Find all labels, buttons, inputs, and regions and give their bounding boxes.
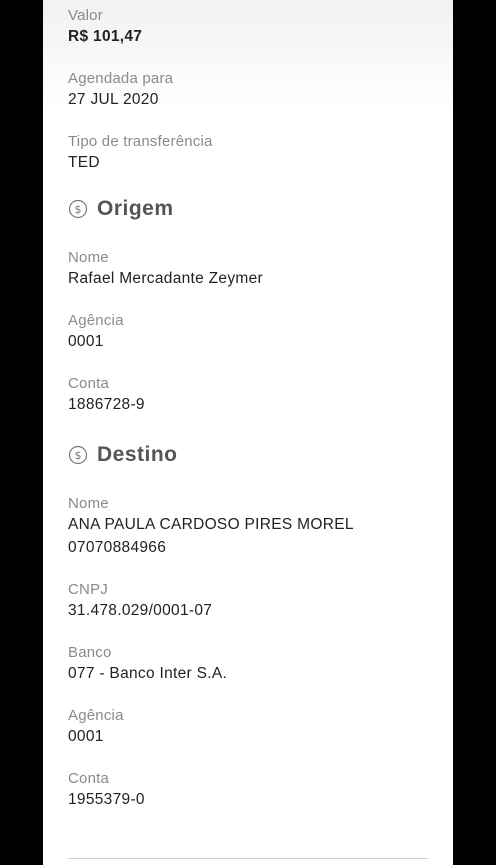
destino-agencia-label: Agência (68, 707, 124, 724)
origem-conta-field: Conta 1886728-9 (68, 374, 438, 416)
destino-cnpj-label: CNPJ (68, 581, 108, 598)
destino-conta-value: 1955379-0 (68, 791, 145, 808)
svg-text:$: $ (75, 449, 82, 462)
agendada-value: 27 JUL 2020 (68, 91, 159, 108)
destino-banco-value: 077 - Banco Inter S.A. (68, 665, 228, 682)
destino-banco-label: Banco (68, 644, 112, 661)
destino-cnpj-value: 31.478.029/0001-07 (68, 602, 213, 619)
destino-cnpj-field: CNPJ 31.478.029/0001-07 (68, 580, 438, 622)
origem-agencia-field: Agência 0001 (68, 311, 438, 353)
destino-conta-label: Conta (68, 770, 110, 787)
destino-nome-field: Nome ANA PAULA CARDOSO PIRES MOREL 07070… (68, 494, 438, 559)
origem-conta-value: 1886728-9 (68, 396, 145, 413)
origem-agencia-value: 0001 (68, 333, 104, 350)
destino-nome-value-line2: 07070884966 (68, 539, 167, 556)
destino-agencia-value: 0001 (68, 728, 104, 745)
dollar-coin-icon: $ (68, 445, 88, 465)
destino-conta-field: Conta 1955379-0 (68, 769, 438, 811)
valor-label: Valor (68, 7, 103, 24)
origem-conta-label: Conta (68, 375, 110, 392)
destino-section-header: $ Destino (68, 440, 438, 470)
origem-section-header: $ Origem (68, 194, 438, 224)
valor-value: R$ 101,47 (68, 28, 143, 45)
tipo-field: Tipo de transferência TED (68, 132, 438, 174)
agendada-field: Agendada para 27 JUL 2020 (68, 69, 438, 111)
tipo-value: TED (68, 154, 100, 171)
bottom-divider (68, 858, 428, 859)
destino-banco-field: Banco 077 - Banco Inter S.A. (68, 643, 438, 685)
origem-nome-field: Nome Rafael Mercadante Zeymer (68, 248, 438, 290)
tipo-label: Tipo de transferência (68, 133, 213, 150)
svg-text:$: $ (75, 203, 82, 216)
destino-nome-value-line1: ANA PAULA CARDOSO PIRES MOREL (68, 516, 354, 533)
origem-agencia-label: Agência (68, 312, 124, 329)
screen-frame: Valor R$ 101,47 Agendada para 27 JUL 202… (0, 0, 496, 865)
agendada-label: Agendada para (68, 70, 174, 87)
transfer-receipt-panel[interactable]: Valor R$ 101,47 Agendada para 27 JUL 202… (43, 0, 453, 865)
destino-agencia-field: Agência 0001 (68, 706, 438, 748)
destino-title: Destino (97, 443, 178, 466)
origem-nome-label: Nome (68, 249, 109, 266)
origem-nome-value: Rafael Mercadante Zeymer (68, 270, 264, 287)
dollar-coin-icon: $ (68, 199, 88, 219)
valor-field: Valor R$ 101,47 (68, 6, 438, 48)
destino-nome-label: Nome (68, 495, 109, 512)
receipt-content: Valor R$ 101,47 Agendada para 27 JUL 202… (68, 6, 438, 811)
origem-title: Origem (97, 197, 174, 220)
